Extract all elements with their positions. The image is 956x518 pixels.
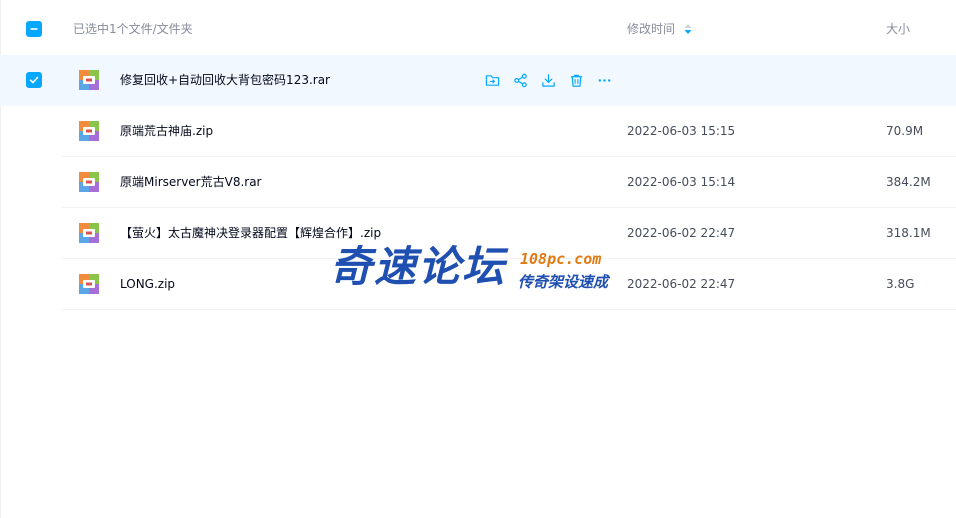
row-divider	[62, 309, 956, 310]
column-modified-time[interactable]: 修改时间	[627, 21, 675, 37]
watermark-logo: 奇速论坛 108pc.com 传奇架设速成	[330, 240, 630, 300]
archive-file-icon	[79, 223, 99, 243]
file-name[interactable]: 【萤火】太古魔神决登录器配置【辉煌合作】.zip	[120, 225, 381, 241]
row-checkbox[interactable]	[26, 72, 42, 88]
file-row[interactable]: 修复回收+自动回收大背包密码123.rar	[0, 55, 956, 106]
selection-count-label: 已选中1个文件/文件夹	[73, 22, 193, 36]
file-size: 3.8G	[886, 277, 915, 291]
file-size: 318.1M	[886, 226, 931, 240]
more-icon	[598, 78, 610, 82]
file-modified-time: 2022-06-02 22:47	[627, 277, 736, 291]
download-icon	[541, 73, 555, 87]
move-icon	[485, 74, 499, 86]
more-button[interactable]	[595, 71, 613, 89]
download-button[interactable]	[539, 71, 557, 89]
delete-icon	[570, 74, 582, 87]
watermark-main-text: 奇速论坛	[330, 242, 507, 291]
file-name[interactable]: LONG.zip	[120, 276, 175, 292]
file-size: 70.9M	[886, 124, 924, 138]
watermark-url: 108pc.com	[520, 250, 602, 268]
check-icon	[29, 76, 39, 84]
archive-file-icon	[79, 121, 99, 141]
delete-button[interactable]	[567, 71, 585, 89]
archive-file-icon	[79, 274, 99, 294]
file-name[interactable]: 原端荒古神庙.zip	[120, 123, 213, 139]
file-row[interactable]: 原端荒古神庙.zip 2022-06-03 15:15 70.9M	[0, 106, 956, 157]
file-modified-time: 2022-06-03 15:15	[627, 124, 736, 138]
move-button[interactable]	[483, 71, 501, 89]
archive-file-icon	[79, 70, 99, 90]
file-modified-time: 2022-06-02 22:47	[627, 226, 736, 240]
archive-file-icon	[79, 172, 99, 192]
partial-select-icon	[30, 28, 38, 30]
sort-icon[interactable]	[683, 23, 693, 35]
share-icon	[513, 73, 527, 87]
share-button[interactable]	[511, 71, 529, 89]
file-size: 384.2M	[886, 175, 931, 189]
file-row[interactable]: 原端Mirserver荒古V8.rar 2022-06-03 15:14 384…	[0, 157, 956, 208]
file-modified-time: 2022-06-03 15:14	[627, 175, 736, 189]
file-name[interactable]: 原端Mirserver荒古V8.rar	[120, 174, 262, 190]
file-name[interactable]: 修复回收+自动回收大背包密码123.rar	[120, 72, 330, 88]
select-all-checkbox[interactable]	[26, 21, 42, 37]
file-list-header: 已选中1个文件/文件夹 修改时间 大小	[0, 0, 956, 56]
watermark-subtitle: 传奇架设速成	[518, 273, 609, 291]
row-actions	[483, 71, 613, 89]
column-size[interactable]: 大小	[886, 21, 910, 37]
